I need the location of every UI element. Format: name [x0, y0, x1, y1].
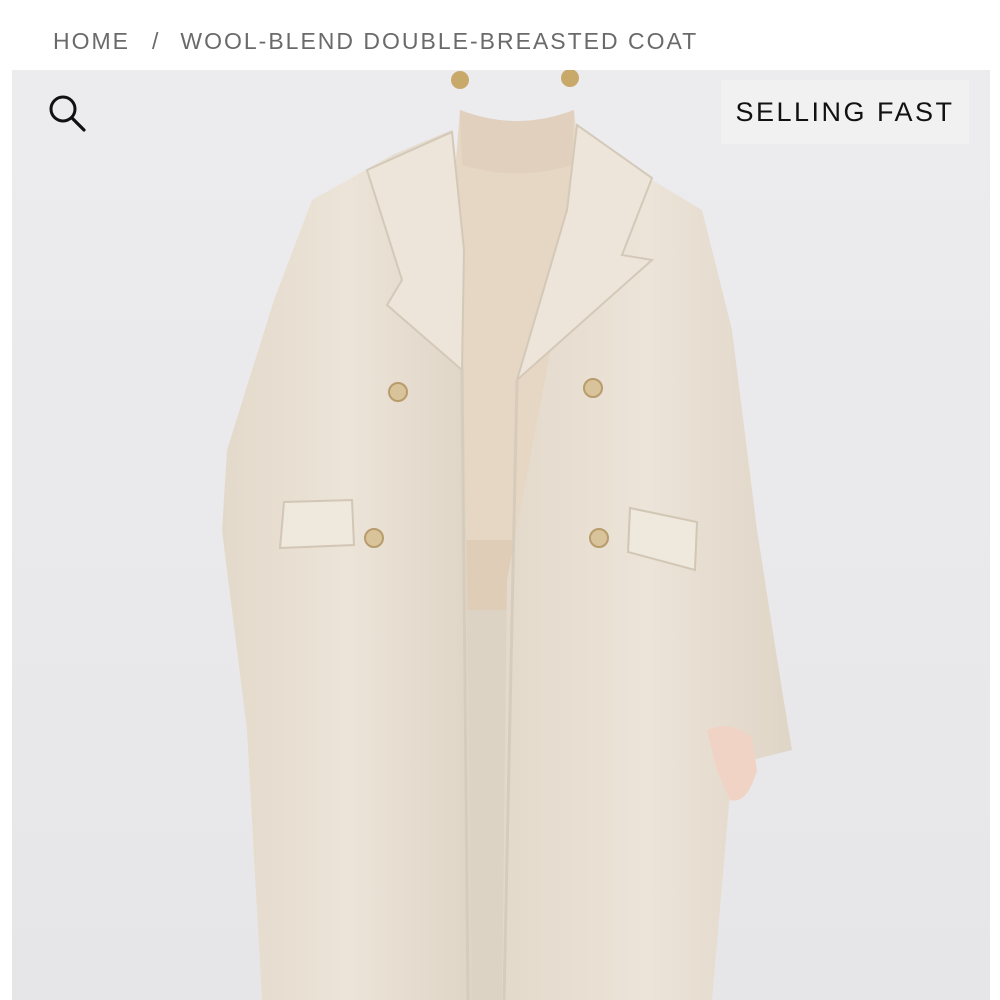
selling-fast-badge: SELLING FAST: [721, 80, 969, 144]
product-photo: [222, 70, 792, 1000]
search-button[interactable]: [46, 92, 90, 136]
breadcrumb-current: WOOL-BLEND DOUBLE-BREASTED COAT: [180, 27, 699, 54]
breadcrumb: HOME / WOOL-BLEND DOUBLE-BREASTED COAT: [53, 26, 698, 56]
search-icon: [49, 95, 86, 132]
breadcrumb-home-link[interactable]: HOME: [53, 28, 130, 55]
breadcrumb-separator: /: [152, 27, 161, 54]
product-image-gallery[interactable]: SELLING FAST: [12, 70, 990, 1000]
